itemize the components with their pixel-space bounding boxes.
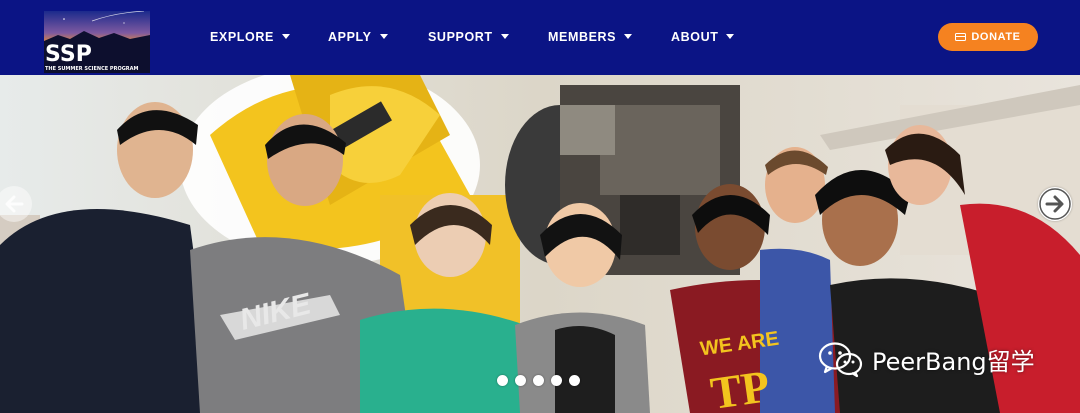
carousel-dot-3[interactable] [533, 375, 544, 386]
watermark-text: PeerBang留学 [872, 347, 1035, 376]
donate-button[interactable]: DONATE [938, 23, 1038, 51]
logo-title: SSP [45, 42, 92, 67]
hero-carousel[interactable]: NIKE WE ARE TP PeerBang留学 [0, 75, 1080, 413]
nav-item-members[interactable]: MEMBERS [548, 26, 633, 48]
carousel-dot-1[interactable] [497, 375, 508, 386]
caret-down-icon [624, 34, 633, 40]
wechat-icon [818, 342, 863, 378]
nav-item-label: ABOUT [671, 30, 719, 44]
caret-down-icon [726, 34, 735, 40]
donate-label: DONATE [971, 31, 1021, 43]
logo-subtitle: THE SUMMER SCIENCE PROGRAM [45, 66, 139, 72]
carousel-dots [497, 375, 580, 387]
carousel-dot-5[interactable] [569, 375, 580, 386]
carousel-prev-button[interactable] [0, 186, 32, 222]
nav-item-label: EXPLORE [210, 30, 274, 44]
nav-item-label: APPLY [328, 30, 372, 44]
top-navigation-bar: SSP THE SUMMER SCIENCE PROGRAM EXPLORE A… [0, 0, 1080, 75]
ssp-logo[interactable]: SSP THE SUMMER SCIENCE PROGRAM [44, 11, 150, 73]
caret-down-icon [281, 34, 290, 40]
nav-item-label: SUPPORT [428, 30, 493, 44]
carousel-dot-2[interactable] [515, 375, 526, 386]
carousel-next-button[interactable] [1038, 187, 1072, 221]
nav-item-explore[interactable]: EXPLORE [210, 26, 290, 48]
nav-item-apply[interactable]: APPLY [328, 26, 388, 48]
watermark: PeerBang留学 [818, 339, 1035, 379]
caret-down-icon [500, 34, 509, 40]
caret-down-icon [379, 34, 388, 40]
carousel-dot-4[interactable] [551, 375, 562, 386]
arrow-right-icon [1039, 188, 1071, 220]
credit-card-icon [955, 33, 967, 41]
arrow-left-icon [5, 195, 24, 213]
nav-item-label: MEMBERS [548, 30, 617, 44]
nav-item-support[interactable]: SUPPORT [428, 26, 509, 48]
nav-item-about[interactable]: ABOUT [671, 26, 735, 48]
shirt-text-tp: TP [707, 360, 772, 413]
